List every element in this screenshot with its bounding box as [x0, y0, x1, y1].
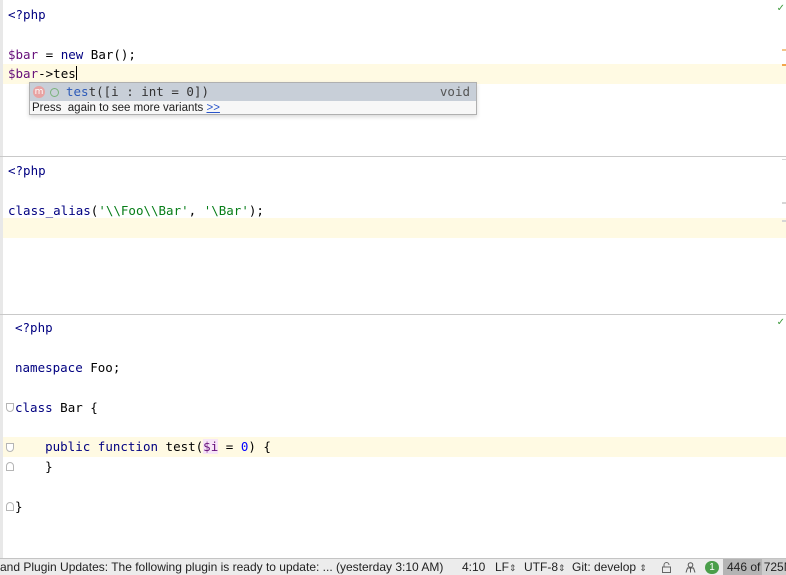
- autocomplete-item[interactable]: m test([i : int = 0]) void: [30, 83, 476, 101]
- function-token: class_alias: [8, 203, 91, 218]
- autocomplete-signature: test([i : int = 0]): [66, 83, 209, 101]
- operator-token: =: [38, 47, 61, 62]
- chevron-updown-icon: ⇕: [639, 563, 647, 573]
- editor-pane-1[interactable]: <?php $bar = new Bar(); $bar->tes ✓: [3, 0, 786, 156]
- variable-token: $bar: [8, 47, 39, 62]
- autocomplete-match: tes: [66, 84, 89, 99]
- comma-token: ,: [188, 203, 204, 218]
- autocomplete-rest: t([i : int = 0]): [88, 84, 209, 99]
- code-token: Bar {: [52, 400, 98, 415]
- encoding-widget[interactable]: UTF-8⇕: [524, 559, 566, 575]
- code-line[interactable]: }: [3, 457, 786, 477]
- code-token: }: [15, 499, 23, 514]
- inspection-ok-icon[interactable]: ✓: [777, 317, 785, 328]
- editor-pane-2[interactable]: <?php class_alias('\\Foo\\Bar', '\Bar');: [3, 157, 786, 314]
- text-caret: [75, 66, 77, 80]
- line-separator-value: LF: [495, 560, 510, 574]
- fold-toggle-icon[interactable]: [6, 462, 14, 471]
- hint-text: Press again to see more variants: [32, 102, 207, 114]
- code-line-current[interactable]: [3, 218, 786, 238]
- scroll-marker[interactable]: [782, 202, 786, 204]
- editor-pane-3[interactable]: <?php namespace Foo; class Bar { public …: [3, 315, 786, 558]
- memory-indicator[interactable]: 446 of 725M: [723, 559, 786, 575]
- method-icon: m: [33, 86, 45, 98]
- code-line[interactable]: <?php: [3, 318, 786, 338]
- keyword-token: new: [60, 47, 84, 62]
- php-open-tag: <?php: [8, 7, 46, 22]
- scroll-marker[interactable]: [782, 220, 786, 222]
- code-token: test(: [158, 439, 204, 454]
- code-line[interactable]: class Bar {: [3, 398, 786, 418]
- autocomplete-popup[interactable]: m test([i : int = 0]) void Press again t…: [29, 82, 477, 115]
- code-token: }: [45, 459, 53, 474]
- variable-token: $bar: [8, 66, 39, 81]
- chevron-updown-icon: ⇕: [558, 563, 566, 573]
- status-message[interactable]: and Plugin Updates: The following plugin…: [0, 559, 443, 575]
- string-token: '\\Foo\\Bar': [98, 203, 189, 218]
- memory-usage-text: 446 of 725M: [727, 560, 786, 574]
- operator-token: =: [218, 439, 241, 454]
- fold-toggle-icon[interactable]: [6, 443, 14, 452]
- inspector-icon[interactable]: [685, 562, 696, 573]
- line-separator-widget[interactable]: LF⇕: [495, 559, 517, 575]
- code-line[interactable]: $bar = new Bar();: [3, 45, 786, 65]
- code-token: Foo;: [82, 360, 121, 375]
- code-line[interactable]: <?php: [3, 161, 786, 181]
- keyword-token: namespace: [15, 360, 83, 375]
- php-open-tag: <?php: [15, 320, 53, 335]
- visibility-icon: [49, 87, 59, 97]
- parameter-token: $i: [203, 439, 219, 454]
- code-token: Bar();: [83, 47, 136, 62]
- scroll-marker[interactable]: [782, 159, 786, 160]
- autocomplete-return-type: void: [439, 84, 470, 99]
- fold-toggle-icon[interactable]: [6, 403, 14, 412]
- keyword-token: class: [15, 400, 53, 415]
- vcs-branch-value: Git: develop: [572, 560, 637, 574]
- string-token: '\Bar': [203, 203, 249, 218]
- arrow-token: ->: [38, 66, 54, 81]
- chevron-updown-icon: ⇕: [509, 563, 517, 573]
- inspection-ok-icon[interactable]: ✓: [777, 3, 785, 14]
- code-line[interactable]: namespace Foo;: [3, 358, 786, 378]
- code-token: ) {: [248, 439, 271, 454]
- autocomplete-hint: Press again to see more variants >>: [32, 101, 220, 115]
- keyword-token: public: [45, 439, 91, 454]
- encoding-value: UTF-8: [524, 560, 558, 574]
- vcs-branch-widget[interactable]: Git: develop ⇕: [572, 559, 647, 575]
- close-token: );: [248, 203, 264, 218]
- keyword-token: function: [97, 439, 159, 454]
- warning-marker[interactable]: [782, 49, 786, 51]
- status-bar: and Plugin Updates: The following plugin…: [0, 558, 786, 575]
- code-line-current[interactable]: $bar->tes: [3, 64, 786, 84]
- warning-marker[interactable]: [782, 64, 786, 66]
- lock-icon[interactable]: [661, 562, 672, 573]
- caret-position[interactable]: 4:10: [462, 559, 485, 575]
- code-line[interactable]: <?php: [3, 5, 786, 25]
- code-line-current[interactable]: public function test($i = 0) {: [3, 437, 786, 457]
- typed-token: tes: [53, 66, 76, 81]
- more-variants-link[interactable]: >>: [207, 102, 220, 114]
- fold-toggle-icon[interactable]: [6, 502, 14, 511]
- problems-badge[interactable]: 1: [705, 561, 719, 574]
- code-line[interactable]: }: [3, 497, 786, 517]
- php-open-tag: <?php: [8, 163, 46, 178]
